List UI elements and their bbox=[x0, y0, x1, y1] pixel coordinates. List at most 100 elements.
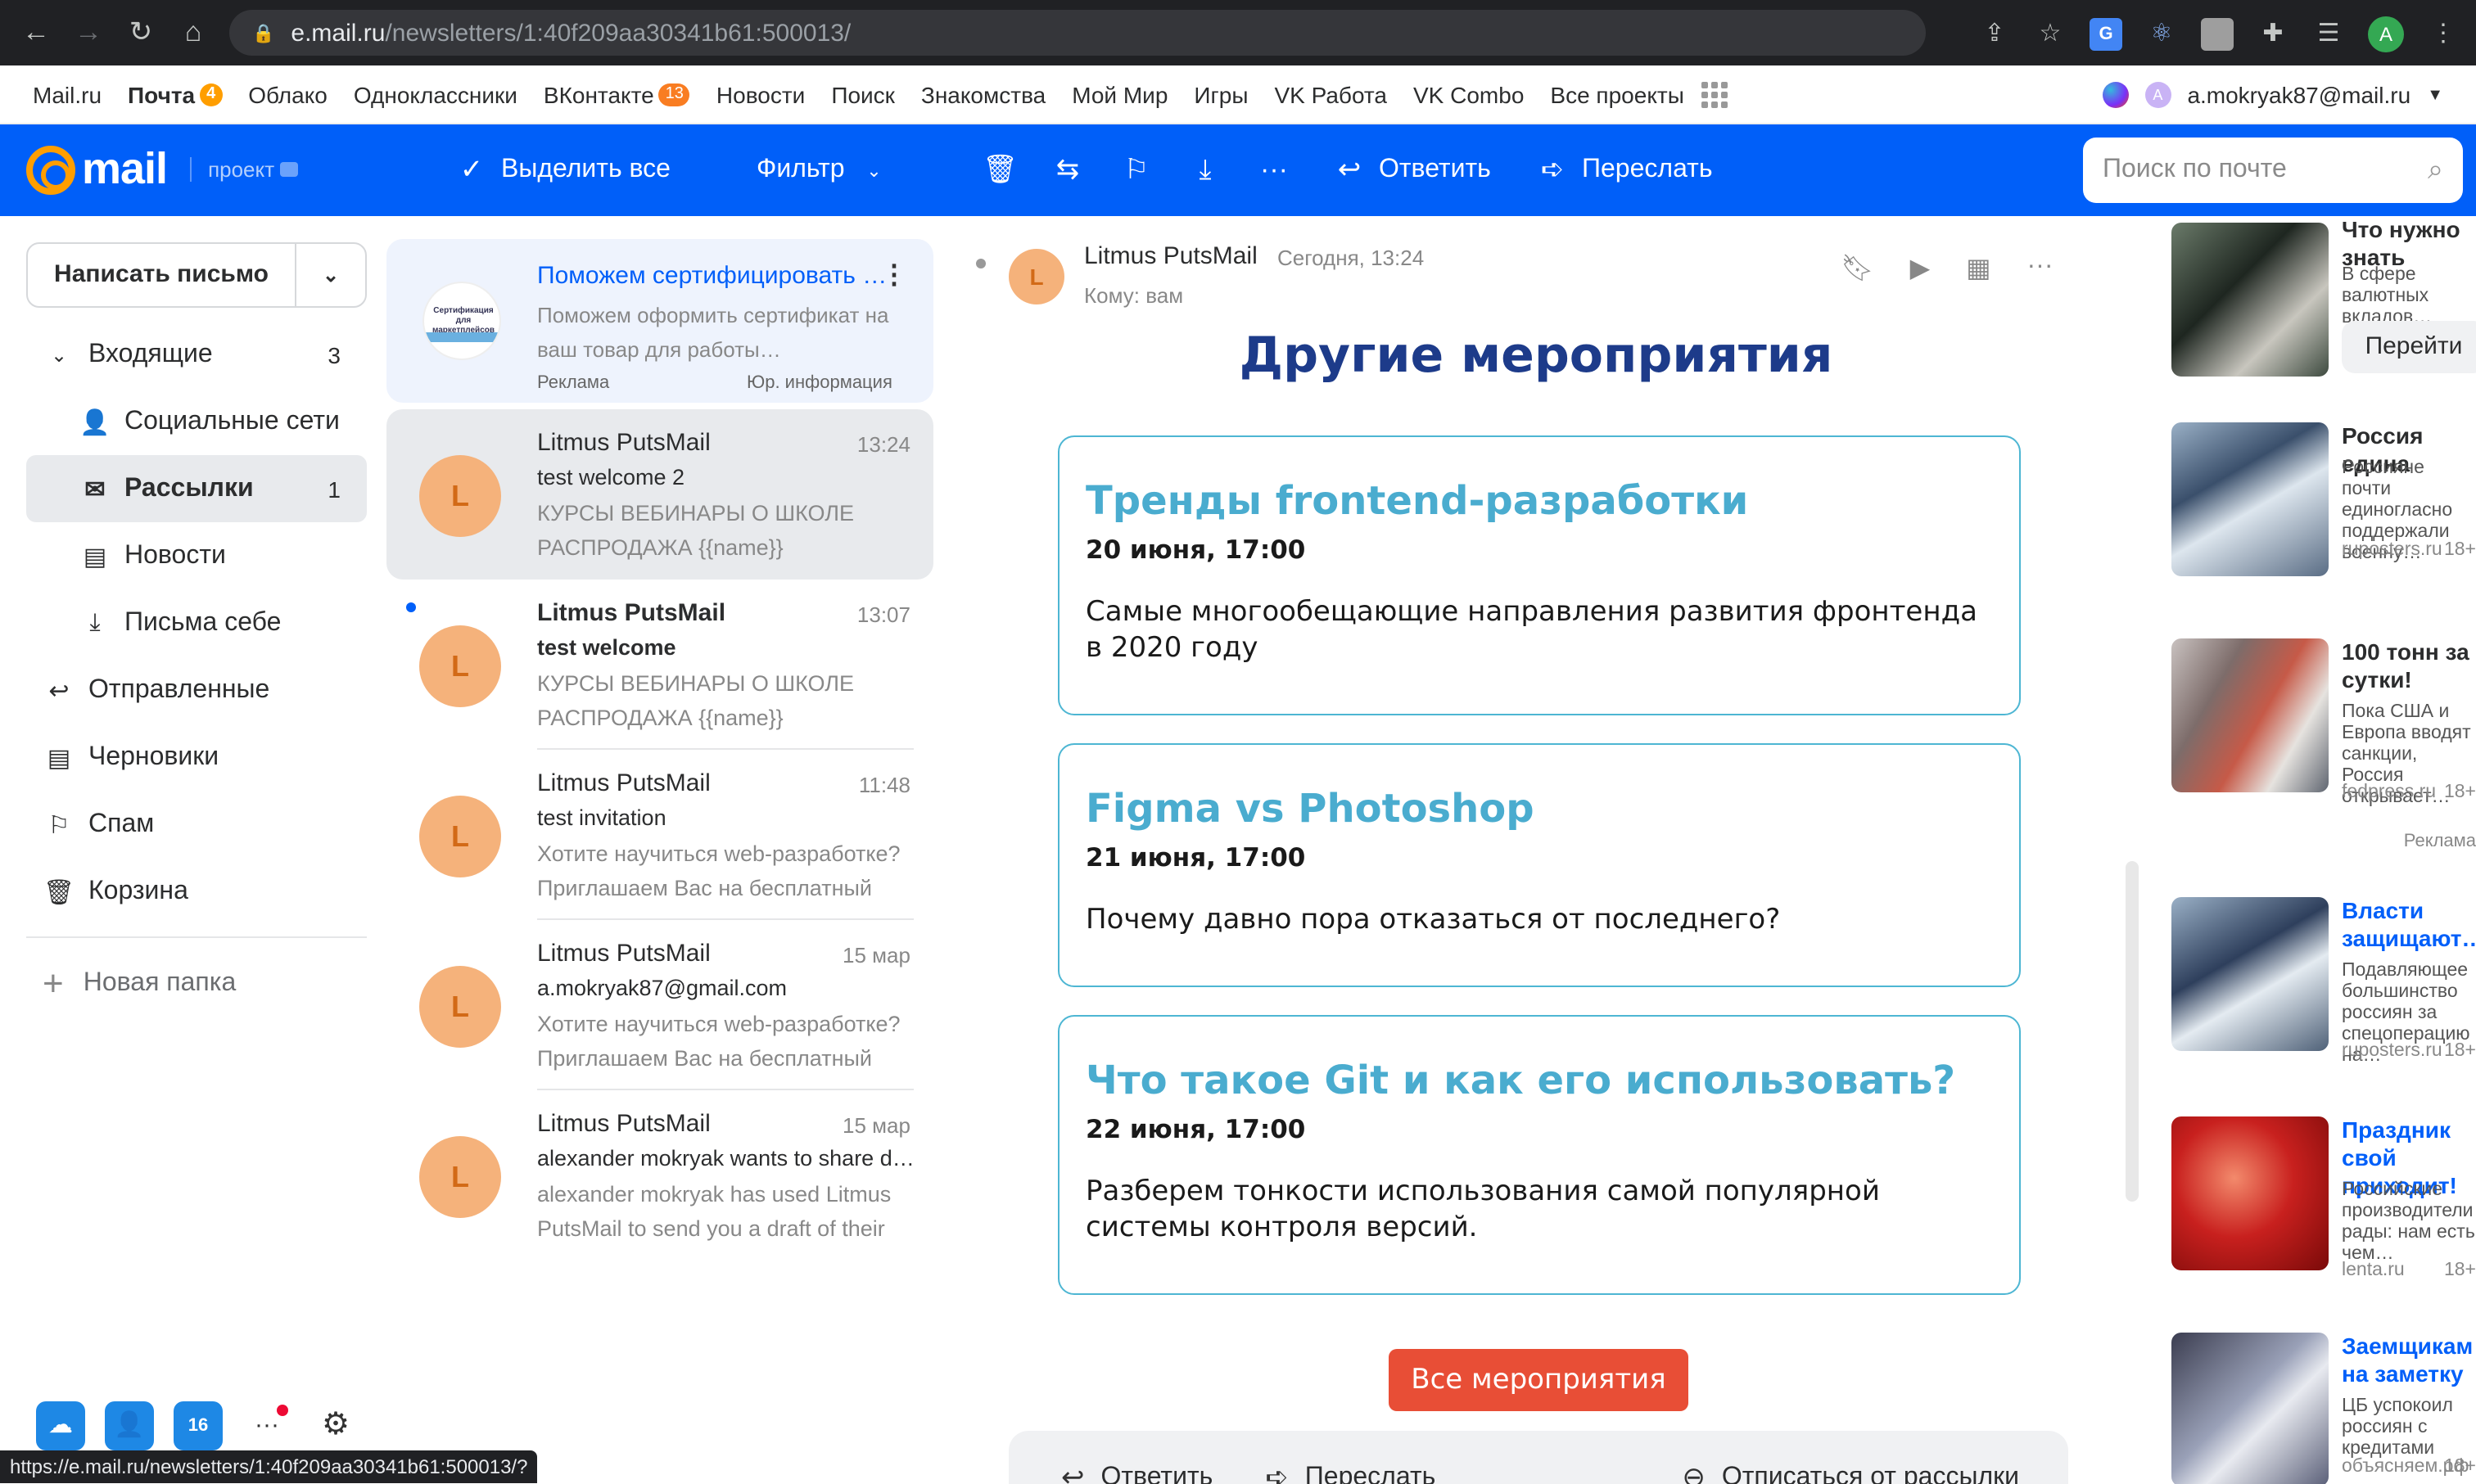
home-icon[interactable]: ⌂ bbox=[177, 16, 210, 49]
sender-name: Litmus PutsMail bbox=[537, 429, 711, 457]
archive-icon: ⤓ bbox=[1199, 154, 1212, 185]
reading-pane-scrollbar[interactable] bbox=[2126, 861, 2139, 1202]
chevron-down-icon[interactable]: ⌄ bbox=[43, 343, 75, 366]
sender-name[interactable]: Litmus PutsMail bbox=[1084, 242, 1258, 270]
portal-link-dating[interactable]: Знакомства bbox=[921, 81, 1046, 107]
back-icon[interactable]: ← bbox=[20, 16, 52, 49]
portal-link-oblako[interactable]: Облако bbox=[248, 81, 328, 107]
folder-social[interactable]: 👤 Социальные сети bbox=[26, 388, 367, 455]
react-extension-icon[interactable]: ⚛ bbox=[2145, 18, 2178, 51]
event-title[interactable]: Что такое Git и как его использовать? bbox=[1086, 1053, 1993, 1108]
footer-reply-button[interactable]: ↩ Ответить bbox=[1061, 1462, 1213, 1484]
portal-link-vk[interactable]: ВКонтакте 13 bbox=[544, 81, 690, 107]
forward-icon[interactable]: → bbox=[72, 16, 105, 49]
new-folder-button[interactable]: + Новая папка bbox=[43, 963, 236, 1005]
all-events-button[interactable]: Все мероприятия bbox=[1389, 1349, 1688, 1411]
marusia-icon[interactable] bbox=[2102, 82, 2129, 108]
portal-link-vkwork[interactable]: VK Работа bbox=[1274, 81, 1387, 107]
kebab-menu-icon[interactable]: ⋮ bbox=[2427, 18, 2460, 51]
folder-news[interactable]: ▤ Новости bbox=[26, 522, 367, 589]
calendar-icon[interactable]: ▦ bbox=[1966, 252, 1990, 285]
bookmark-icon[interactable]: 🔖︎ bbox=[1841, 252, 1874, 285]
list-item[interactable]: L Litmus PutsMail 15 мар a.mokryak87@gma… bbox=[386, 920, 933, 1090]
more-apps-icon[interactable]: ··· bbox=[242, 1401, 291, 1450]
filter-button[interactable]: Фильтр ⌄ bbox=[757, 124, 891, 216]
delete-button[interactable]: 🗑 bbox=[983, 124, 1019, 216]
legal-info-link[interactable]: Юр. информация bbox=[747, 373, 892, 393]
folder-trash[interactable]: 🗑 Корзина bbox=[26, 858, 367, 925]
list-item[interactable]: L Litmus PutsMail 11:48 test invitation … bbox=[386, 750, 933, 920]
ad-message[interactable]: Сертификация для маркетплейсов Поможем с… bbox=[386, 239, 933, 403]
archive-button[interactable]: ⤓ bbox=[1189, 124, 1222, 216]
select-all-button[interactable]: ✓ Выделить все bbox=[455, 124, 671, 216]
ad-title[interactable]: Что нужно знать bbox=[2342, 216, 2473, 272]
chevron-down-icon[interactable]: ⌄ bbox=[296, 264, 365, 286]
folder-to-self[interactable]: ⤓ Письма себе bbox=[26, 589, 367, 656]
portal-link-ok[interactable]: Одноклассники bbox=[354, 81, 517, 107]
settings-gear-icon[interactable]: ⚙ bbox=[311, 1401, 360, 1450]
kebab-menu-icon[interactable]: ⋮ bbox=[881, 259, 907, 291]
forward-button[interactable]: ➪ Переслать bbox=[1536, 124, 1713, 216]
more-dots-icon[interactable]: ··· bbox=[2027, 252, 2054, 285]
reply-icon: ↩ bbox=[1061, 1462, 1085, 1484]
portal-link-myworld[interactable]: Мой Мир bbox=[1072, 81, 1168, 107]
ad-age-rating: 18+ bbox=[2443, 1457, 2476, 1477]
share-icon[interactable]: ⇪ bbox=[1978, 18, 2011, 51]
portal-link-search[interactable]: Поиск bbox=[831, 81, 895, 107]
ad-title[interactable]: Заемщикам на заметку bbox=[2342, 1333, 2476, 1388]
event-description: Разберем тонкости использования самой по… bbox=[1086, 1175, 1880, 1244]
bottom-apps-dock: ☁ 👤 16 ··· ⚙ bbox=[36, 1401, 360, 1450]
ad-title[interactable]: Поможем сертифицировать товар для маркет… bbox=[537, 262, 897, 290]
folder-inbox[interactable]: ⌄ Входящие 3 bbox=[26, 321, 367, 388]
translate-extension-icon[interactable]: G bbox=[2090, 18, 2122, 51]
list-item[interactable]: L Litmus PutsMail 15 мар alexander mokry… bbox=[386, 1090, 933, 1261]
cloud-app-icon[interactable]: ☁ bbox=[36, 1401, 85, 1450]
mail-search-input[interactable]: Поиск по почте ⌕ bbox=[2083, 138, 2463, 203]
portal-link-vkcombo[interactable]: VK Combo bbox=[1413, 81, 1524, 107]
mail-logo[interactable]: mail проект bbox=[26, 144, 298, 195]
folder-sent[interactable]: ↩ Отправленные bbox=[26, 656, 367, 724]
folder-newsletters[interactable]: ✉ Рассылки 1 bbox=[26, 455, 367, 522]
compose-button[interactable]: Написать письмо ⌄ bbox=[26, 242, 367, 308]
video-call-icon[interactable]: ▶ bbox=[1910, 252, 1931, 285]
bookmark-star-icon[interactable]: ☆ bbox=[2034, 18, 2067, 51]
spam-icon: ⚐ bbox=[47, 811, 70, 839]
browser-toolbar: ← → ↻ ⌂ 🔒 e.mail.ru/newsletters/1:40f209… bbox=[0, 0, 2476, 65]
search-icon[interactable]: ⌕ bbox=[2428, 154, 2443, 187]
ad-goto-button[interactable]: Перейти bbox=[2342, 321, 2476, 373]
contacts-app-icon[interactable]: 👤 bbox=[105, 1401, 154, 1450]
event-description: Самые многообещающие направления развити… bbox=[1086, 596, 1977, 665]
more-actions-button[interactable]: ··· bbox=[1258, 124, 1290, 216]
puzzle-icon[interactable]: ✚ bbox=[2257, 18, 2289, 51]
reply-footer: ↩ Ответить ➪ Переслать ⊖ Отписаться от расс… bbox=[1009, 1431, 2068, 1484]
folder-drafts[interactable]: ▤ Черновики bbox=[26, 724, 367, 791]
folder-spam[interactable]: ⚐ Спам bbox=[26, 791, 367, 858]
event-title[interactable]: Тренды frontend-разработки bbox=[1086, 473, 1993, 529]
portal-link-mailru[interactable]: Mail.ru bbox=[33, 81, 102, 107]
footer-forward-button[interactable]: ➪ Переслать bbox=[1265, 1462, 1435, 1484]
address-bar[interactable]: 🔒 e.mail.ru/newsletters/1:40f209aa30341b… bbox=[229, 10, 1926, 56]
spam-button[interactable]: ⚐ bbox=[1120, 124, 1153, 216]
profile-avatar[interactable]: A bbox=[2368, 16, 2404, 52]
portal-link-news[interactable]: Новости bbox=[716, 81, 805, 107]
event-title[interactable]: Figma vs Photoshop bbox=[1086, 781, 1993, 837]
calendar-app-icon[interactable]: 16 bbox=[174, 1401, 223, 1450]
reading-list-icon[interactable]: ☰ bbox=[2312, 18, 2345, 51]
trash-icon: 🗑 bbox=[983, 154, 1019, 185]
reply-button[interactable]: ↩ Ответить bbox=[1333, 124, 1491, 216]
unsubscribe-button[interactable]: ⊖ Отписаться от рассылки bbox=[1682, 1462, 2019, 1484]
ad-title[interactable]: 100 тонн за сутки! bbox=[2342, 638, 2473, 694]
portal-link-pochta[interactable]: Почта 4 bbox=[128, 81, 223, 107]
read-status-dot[interactable] bbox=[976, 259, 986, 268]
unread-dot[interactable] bbox=[406, 602, 416, 612]
list-item[interactable]: L Litmus PutsMail 13:24 test welcome 2 К… bbox=[386, 409, 933, 580]
ad-title[interactable]: Власти защищают… bbox=[2342, 897, 2476, 953]
user-menu[interactable]: A a.mokryak87@mail.ru ▼ bbox=[2102, 65, 2443, 124]
list-item[interactable]: L Litmus PutsMail 13:07 test welcome КУР… bbox=[386, 580, 933, 750]
portal-link-games[interactable]: Игры bbox=[1194, 81, 1248, 107]
extension-icon[interactable] bbox=[2201, 18, 2234, 51]
portal-link-allprojects[interactable]: Все проекты bbox=[1550, 81, 1728, 107]
portal-nav: Mail.ru Почта 4 Облако Одноклассники ВКон… bbox=[0, 65, 2476, 124]
reload-icon[interactable]: ↻ bbox=[124, 16, 157, 49]
move-button[interactable]: ⇆ bbox=[1051, 124, 1084, 216]
